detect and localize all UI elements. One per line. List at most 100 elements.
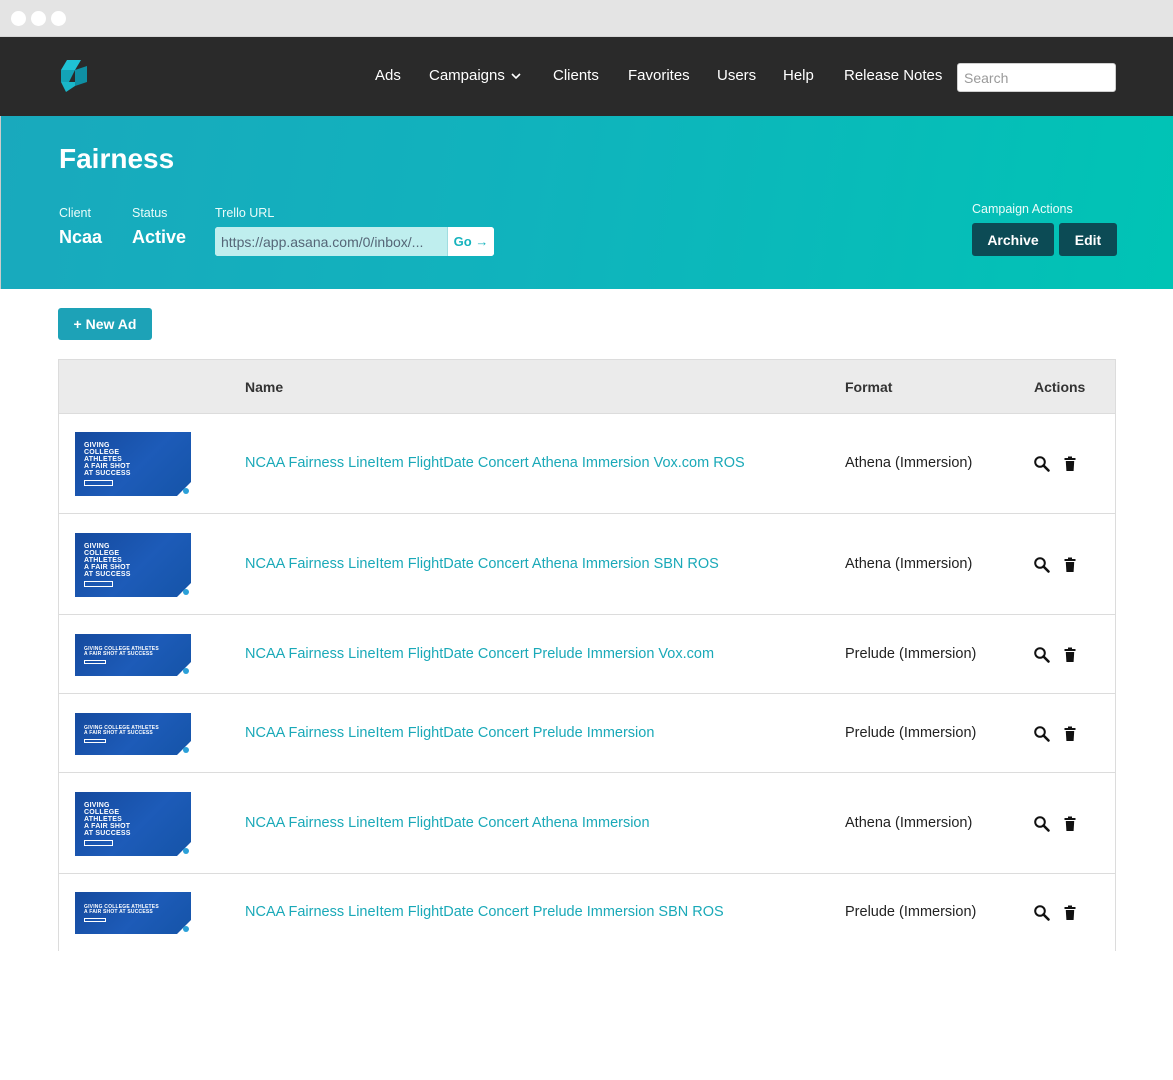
ad-thumbnail[interactable]: GIVING COLLEGE ATHLETES A FAIR SHOT AT SU… bbox=[75, 713, 191, 755]
table-row: GIVING COLLEGE ATHLETES A FAIR SHOT AT SUCCE… bbox=[59, 413, 1115, 513]
thumbnail-badge bbox=[183, 488, 189, 494]
thumbnail-text: AT SUCCESS bbox=[84, 830, 131, 837]
thumbnail-text: AT SUCCESS bbox=[84, 470, 131, 477]
thumbnail-badge bbox=[183, 926, 189, 932]
table-row: GIVING COLLEGE ATHLETES A FAIR SHOT AT SU… bbox=[59, 693, 1115, 772]
thumbnail-text: GIVING bbox=[84, 442, 110, 449]
top-navbar: Ads Campaigns Clients Favorites Users He… bbox=[0, 37, 1173, 116]
nav-ads[interactable]: Ads bbox=[375, 67, 401, 84]
campaign-header: Fairness Client Ncaa Status Active Trell… bbox=[0, 116, 1173, 289]
ad-name-link[interactable]: NCAA Fairness LineItem FlightDate Concer… bbox=[245, 556, 719, 572]
nav-campaigns-label: Campaigns bbox=[429, 67, 505, 84]
trash-icon[interactable] bbox=[1061, 725, 1079, 743]
thumbnail-text: A FAIR SHOT AT SUCCESS bbox=[84, 651, 153, 657]
window-minimize-dot[interactable] bbox=[31, 11, 46, 26]
thumbnail-text: A FAIR SHOT bbox=[84, 463, 131, 470]
search-input[interactable] bbox=[957, 63, 1116, 92]
ad-format: Athena (Immersion) bbox=[845, 815, 973, 831]
trello-url-group: Go → bbox=[215, 227, 494, 256]
ad-thumbnail[interactable]: GIVING COLLEGE ATHLETES A FAIR SHOT AT SUCCE… bbox=[75, 533, 191, 597]
ad-format: Prelude (Immersion) bbox=[845, 646, 977, 662]
campaign-actions-label: Campaign Actions bbox=[972, 202, 1073, 216]
table-row: GIVING COLLEGE ATHLETES A FAIR SHOT AT SUCCE… bbox=[59, 513, 1115, 614]
client-label: Client bbox=[59, 206, 91, 220]
nav-release-notes[interactable]: Release Notes bbox=[844, 67, 942, 84]
thumbnail-text: A FAIR SHOT AT SUCCESS bbox=[84, 730, 153, 736]
column-header-actions: Actions bbox=[1034, 379, 1086, 395]
edit-button[interactable]: Edit bbox=[1059, 223, 1117, 256]
thumbnail-cta bbox=[84, 739, 106, 743]
thumbnail-text: ATHLETES bbox=[84, 456, 123, 463]
search-icon[interactable] bbox=[1033, 725, 1051, 743]
column-header-format[interactable]: Format bbox=[845, 379, 892, 395]
thumbnail-text: COLLEGE bbox=[84, 809, 120, 816]
thumbnail-text: A FAIR SHOT bbox=[84, 564, 131, 571]
trash-icon[interactable] bbox=[1061, 455, 1079, 473]
thumbnail-text: GIVING bbox=[84, 543, 110, 550]
trash-icon[interactable] bbox=[1061, 556, 1079, 574]
ad-format: Athena (Immersion) bbox=[845, 556, 973, 572]
thumbnail-cta bbox=[84, 918, 106, 922]
chevron-down-icon bbox=[511, 72, 521, 79]
go-button[interactable]: Go → bbox=[447, 227, 494, 256]
ad-format: Prelude (Immersion) bbox=[845, 904, 977, 920]
ad-name-link[interactable]: NCAA Fairness LineItem FlightDate Concer… bbox=[245, 725, 654, 741]
thumbnail-text: ATHLETES bbox=[84, 557, 123, 564]
nav-help[interactable]: Help bbox=[783, 67, 814, 84]
nav-users[interactable]: Users bbox=[717, 67, 756, 84]
ad-thumbnail[interactable]: GIVING COLLEGE ATHLETES A FAIR SHOT AT SUCCE… bbox=[75, 792, 191, 856]
trash-icon[interactable] bbox=[1061, 815, 1079, 833]
archive-button[interactable]: Archive bbox=[972, 223, 1054, 256]
nav-clients[interactable]: Clients bbox=[553, 67, 599, 84]
thumbnail-badge bbox=[183, 848, 189, 854]
column-header-name[interactable]: Name bbox=[245, 379, 283, 395]
thumbnail-badge bbox=[183, 668, 189, 674]
brand-logo-icon[interactable] bbox=[58, 58, 90, 94]
ad-thumbnail[interactable]: GIVING COLLEGE ATHLETES A FAIR SHOT AT SU… bbox=[75, 892, 191, 934]
thumbnail-cta bbox=[84, 660, 106, 664]
ad-name-link[interactable]: NCAA Fairness LineItem FlightDate Concer… bbox=[245, 904, 724, 920]
search-icon[interactable] bbox=[1033, 455, 1051, 473]
trello-url-label: Trello URL bbox=[215, 206, 275, 220]
table-row: GIVING COLLEGE ATHLETES A FAIR SHOT AT SU… bbox=[59, 614, 1115, 693]
table-row: GIVING COLLEGE ATHLETES A FAIR SHOT AT SU… bbox=[59, 873, 1115, 951]
window-chrome bbox=[0, 0, 1173, 37]
trello-url-field[interactable] bbox=[215, 227, 447, 256]
ad-name-link[interactable]: NCAA Fairness LineItem FlightDate Concer… bbox=[245, 646, 714, 662]
ad-thumbnail[interactable]: GIVING COLLEGE ATHLETES A FAIR SHOT AT SUCCE… bbox=[75, 432, 191, 496]
ad-name-link[interactable]: NCAA Fairness LineItem FlightDate Concer… bbox=[245, 815, 650, 831]
thumbnail-badge bbox=[183, 589, 189, 595]
trash-icon[interactable] bbox=[1061, 646, 1079, 664]
status-label: Status bbox=[132, 206, 168, 220]
search-icon[interactable] bbox=[1033, 904, 1051, 922]
new-ad-button[interactable]: + New Ad bbox=[58, 308, 152, 340]
ad-format: Athena (Immersion) bbox=[845, 455, 973, 471]
search-icon[interactable] bbox=[1033, 815, 1051, 833]
page-title: Fairness bbox=[59, 143, 175, 174]
ad-name-link[interactable]: NCAA Fairness LineItem FlightDate Concer… bbox=[245, 455, 745, 471]
thumbnail-text: ATHLETES bbox=[84, 816, 123, 823]
thumbnail-text: A FAIR SHOT AT SUCCESS bbox=[84, 909, 153, 915]
thumbnail-text: AT SUCCESS bbox=[84, 571, 131, 578]
ad-thumbnail[interactable]: GIVING COLLEGE ATHLETES A FAIR SHOT AT SU… bbox=[75, 634, 191, 676]
window-maximize-dot[interactable] bbox=[51, 11, 66, 26]
window-close-dot[interactable] bbox=[11, 11, 26, 26]
thumbnail-cta bbox=[84, 480, 113, 486]
thumbnail-badge bbox=[183, 747, 189, 753]
thumbnail-text: GIVING bbox=[84, 802, 110, 809]
nav-campaigns[interactable]: Campaigns bbox=[429, 67, 521, 84]
ad-format: Prelude (Immersion) bbox=[845, 725, 977, 741]
ads-table: Name Format Actions GIVING COLLEGE ATHLETE… bbox=[58, 359, 1116, 951]
thumbnail-text: COLLEGE bbox=[84, 550, 120, 557]
nav-favorites[interactable]: Favorites bbox=[628, 67, 690, 84]
table-header: Name Format Actions bbox=[59, 360, 1115, 413]
table-row: GIVING COLLEGE ATHLETES A FAIR SHOT AT SUCCE… bbox=[59, 772, 1115, 873]
client-value: Ncaa bbox=[59, 227, 103, 247]
thumbnail-cta bbox=[84, 581, 113, 587]
status-value: Active bbox=[132, 227, 187, 247]
search-icon[interactable] bbox=[1033, 556, 1051, 574]
thumbnail-text: A FAIR SHOT bbox=[84, 823, 131, 830]
search-icon[interactable] bbox=[1033, 646, 1051, 664]
trash-icon[interactable] bbox=[1061, 904, 1079, 922]
thumbnail-text: COLLEGE bbox=[84, 449, 120, 456]
